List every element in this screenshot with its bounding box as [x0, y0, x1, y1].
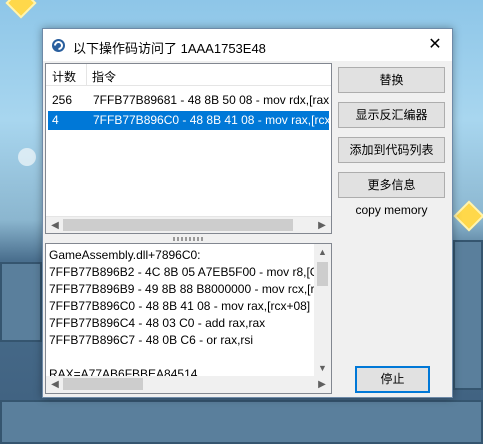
status-text: copy memory: [355, 203, 428, 217]
instruction-list[interactable]: 计数 指令 256 7FFB77B89681 - 48 8B 50 08 - m…: [45, 63, 332, 234]
row-instruction: 7FFB77B896C0 - 48 8B 41 08 - mov rax,[rc…: [93, 113, 329, 127]
disasm-line: 7FFB77B896C0 - 48 8B 41 08 - mov rax,[rc…: [49, 299, 328, 313]
pane-splitter[interactable]: [173, 237, 203, 241]
scroll-right-icon[interactable]: ▶: [314, 377, 330, 392]
scroll-left-icon[interactable]: ◀: [47, 377, 63, 392]
cloud-decor: [18, 148, 36, 166]
list-item-selected[interactable]: 4 7FFB77B896C0 - 48 8B 41 08 - mov rax,[…: [48, 111, 329, 130]
title-bar[interactable]: 以下操作码访问了 1AAA1753E48 ✕: [43, 29, 452, 61]
gem-icon: [5, 0, 37, 19]
scroll-down-icon[interactable]: ▼: [314, 360, 331, 376]
stop-button[interactable]: 停止: [355, 366, 430, 393]
scroll-right-icon[interactable]: ▶: [314, 218, 330, 233]
background-panel: [0, 262, 42, 342]
background-panel: [453, 240, 483, 390]
disasm-line: 7FFB77B896B2 - 4C 8B 05 A7EB5F00 - mov r…: [49, 265, 332, 279]
scroll-thumb[interactable]: [63, 378, 143, 390]
show-disassembler-button[interactable]: 显示反汇编器: [338, 102, 445, 128]
text-vertical-scrollbar[interactable]: ▲ ▼: [314, 244, 331, 376]
cheat-engine-icon: [52, 39, 65, 52]
disasm-line: 7FFB77B896C7 - 48 0B C6 - or rax,rsi: [49, 333, 254, 347]
row-count: 256: [52, 93, 73, 107]
replace-button[interactable]: 替换: [338, 67, 445, 93]
column-header-count[interactable]: 计数: [52, 68, 76, 85]
row-instruction: 7FFB77B89681 - 48 8B 50 08 - mov rdx,[ra…: [93, 93, 329, 107]
list-header: 计数 指令: [46, 64, 331, 86]
column-divider[interactable]: [86, 64, 87, 86]
window-title: 以下操作码访问了 1AAA1753E48: [73, 41, 266, 56]
disasm-line: 7FFB77B896B9 - 49 8B 88 B8000000 - mov r…: [49, 282, 331, 296]
scroll-left-icon[interactable]: ◀: [47, 218, 63, 233]
scroll-up-icon[interactable]: ▲: [314, 244, 331, 260]
add-to-codelist-button[interactable]: 添加到代码列表: [338, 137, 445, 163]
access-dialog: 以下操作码访问了 1AAA1753E48 ✕ 计数 指令 256 7FFB77B…: [42, 28, 453, 398]
scroll-thumb[interactable]: [317, 262, 328, 286]
column-header-instruction[interactable]: 指令: [92, 68, 116, 85]
row-count: 4: [52, 113, 59, 127]
more-info-button[interactable]: 更多信息: [338, 172, 445, 198]
disasm-line: GameAssembly.dll+7896C0:: [49, 248, 201, 262]
gem-icon: [453, 200, 483, 232]
background-floor: [0, 400, 483, 444]
list-item[interactable]: 256 7FFB77B89681 - 48 8B 50 08 - mov rdx…: [48, 91, 329, 110]
close-button[interactable]: ✕: [424, 35, 446, 55]
disassembly-text[interactable]: GameAssembly.dll+7896C0: 7FFB77B896B2 - …: [45, 243, 332, 394]
disasm-line: 7FFB77B896C4 - 48 03 C0 - add rax,rax: [49, 316, 266, 330]
list-horizontal-scrollbar[interactable]: ◀ ▶: [46, 216, 331, 233]
scroll-thumb[interactable]: [63, 219, 293, 231]
text-horizontal-scrollbar[interactable]: ◀ ▶: [46, 376, 331, 393]
